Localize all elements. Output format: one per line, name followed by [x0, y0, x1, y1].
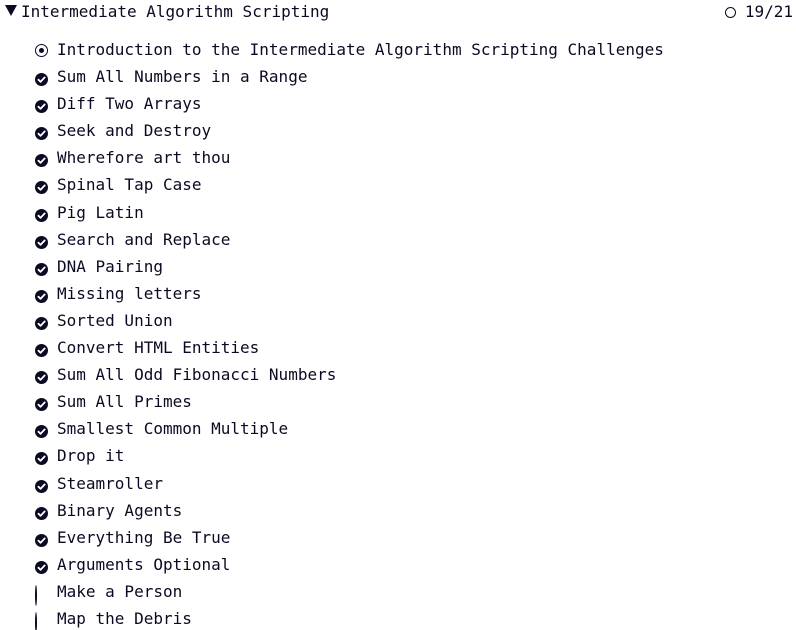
section-header[interactable]: Intermediate Algorithm Scripting 19/21 [0, 0, 796, 25]
challenge-label: Arguments Optional [57, 554, 231, 574]
section-title: Intermediate Algorithm Scripting [21, 2, 330, 21]
check-circle-icon [35, 207, 48, 222]
progress-count: 19/21 [744, 2, 793, 21]
challenge-label: DNA Pairing [57, 256, 163, 276]
check-circle-icon [35, 559, 48, 574]
check-circle-icon [35, 342, 48, 358]
check-circle-icon [35, 152, 48, 168]
challenge-label: Wherefore art thou [57, 148, 231, 168]
challenge-label: Diff Two Arrays [57, 94, 202, 114]
challenge-label: Spinal Tap Case [57, 175, 202, 195]
current-dot-icon [35, 44, 48, 57]
challenge-item[interactable]: Convert HTML Entities [0, 335, 796, 362]
check-circle-icon [35, 423, 48, 439]
challenge-item[interactable]: Pig Latin [0, 200, 796, 227]
empty-circle-icon [35, 584, 48, 606]
challenge-item[interactable]: DNA Pairing [0, 254, 796, 281]
challenge-label: Everything Be True [57, 527, 231, 547]
challenge-item[interactable]: Seek and Destroy [0, 118, 796, 145]
challenge-label: Smallest Common Multiple [57, 419, 289, 439]
challenge-label: Steamroller [57, 473, 163, 493]
challenge-label: Drop it [57, 446, 125, 466]
check-circle-icon [35, 288, 48, 303]
challenge-label: Sum All Numbers in a Range [57, 67, 308, 87]
curriculum-block: Intermediate Algorithm Scripting 19/21 I… [0, 0, 796, 630]
check-circle-icon [35, 315, 48, 330]
challenge-label: Search and Replace [57, 229, 231, 249]
challenge-label: Make a Person [57, 581, 183, 601]
challenge-label: Sum All Primes [57, 392, 192, 412]
challenge-item[interactable]: Sum All Numbers in a Range [0, 64, 796, 91]
section-progress: 19/21 [724, 2, 793, 22]
check-circle-icon [35, 450, 48, 466]
check-circle-icon [35, 532, 48, 547]
challenge-item[interactable]: Introduction to the Intermediate Algorit… [0, 37, 796, 64]
check-circle-icon [35, 71, 48, 87]
challenge-item[interactable]: Sorted Union [0, 308, 796, 335]
check-circle-icon [35, 478, 48, 493]
challenge-item[interactable]: Sum All Primes [0, 389, 796, 416]
challenge-item[interactable]: Binary Agents [0, 498, 796, 525]
check-circle-icon [35, 179, 48, 195]
challenge-item[interactable]: Wherefore art thou [0, 145, 796, 172]
challenge-label: Sum All Odd Fibonacci Numbers [57, 365, 337, 385]
challenge-item[interactable]: Steamroller [0, 471, 796, 498]
challenge-label: Convert HTML Entities [57, 338, 260, 358]
challenge-item[interactable]: Sum All Odd Fibonacci Numbers [0, 362, 796, 389]
challenge-label: Sorted Union [57, 310, 173, 330]
challenge-item[interactable]: Diff Two Arrays [0, 91, 796, 118]
check-circle-icon [35, 98, 48, 114]
challenge-item[interactable]: Everything Be True [0, 525, 796, 552]
progress-ring-icon [724, 6, 736, 18]
challenge-label: Pig Latin [57, 202, 144, 222]
challenge-label: Seek and Destroy [57, 121, 212, 141]
challenge-item[interactable]: Missing letters [0, 281, 796, 308]
empty-circle-icon [35, 611, 48, 630]
check-circle-icon [35, 125, 48, 141]
check-circle-icon [35, 505, 48, 520]
caret-down-icon[interactable] [5, 5, 17, 16]
challenge-item[interactable]: Drop it [0, 443, 796, 470]
challenge-item[interactable]: Make a Person [0, 579, 796, 606]
challenge-label: Introduction to the Intermediate Algorit… [57, 40, 664, 59]
challenge-item[interactable]: Search and Replace [0, 227, 796, 254]
challenge-item[interactable]: Smallest Common Multiple [0, 416, 796, 443]
challenge-label: Map the Debris [57, 608, 192, 628]
challenge-item[interactable]: Arguments Optional [0, 552, 796, 579]
challenge-item[interactable]: Spinal Tap Case [0, 172, 796, 199]
check-circle-icon [35, 234, 48, 249]
check-circle-icon [35, 396, 48, 412]
challenge-item[interactable]: Map the Debris [0, 606, 796, 630]
challenge-label: Binary Agents [57, 500, 183, 520]
check-circle-icon [35, 369, 48, 385]
check-circle-icon [35, 261, 48, 276]
challenge-label: Missing letters [57, 283, 202, 303]
challenge-list: Introduction to the Intermediate Algorit… [0, 37, 796, 630]
